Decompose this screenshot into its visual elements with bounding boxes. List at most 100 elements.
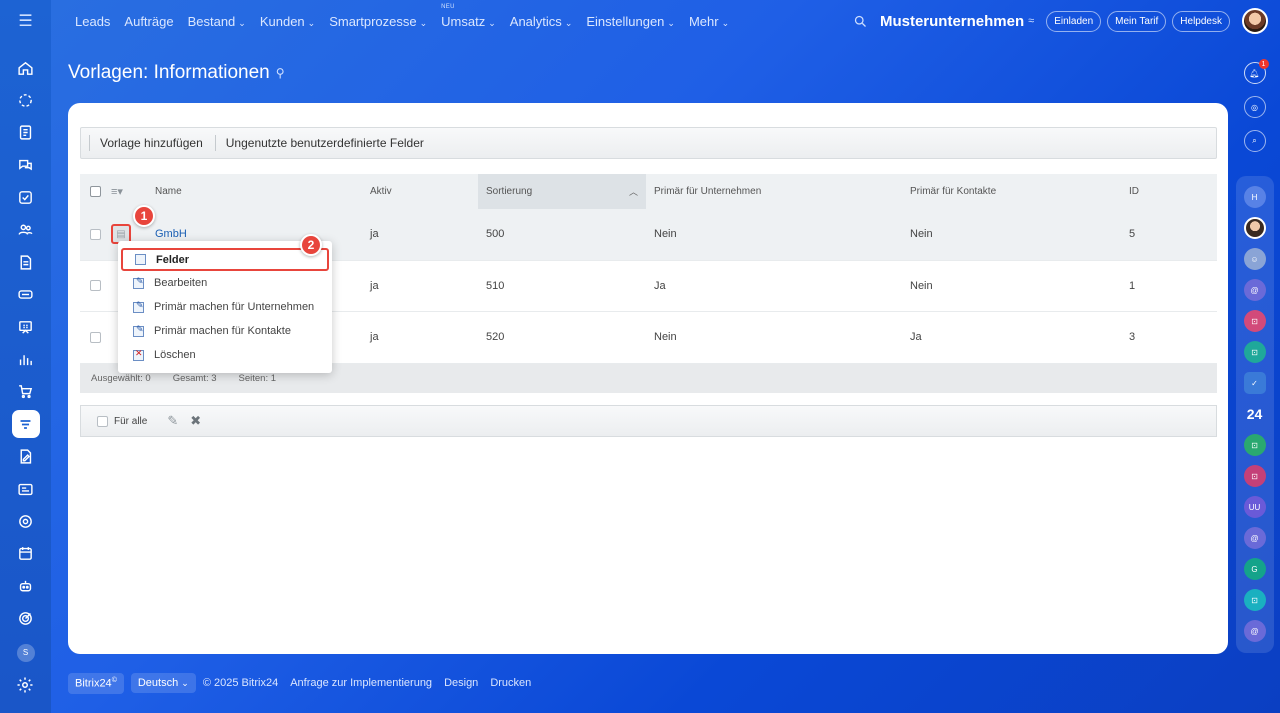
lock-icon[interactable]: ⊡ — [1243, 341, 1266, 363]
sheet-icon[interactable] — [12, 248, 40, 276]
chat-avatar-g[interactable]: G — [1243, 558, 1266, 580]
bot-avatar-icon[interactable]: ☺ — [1243, 248, 1266, 270]
menu-item-primary-contact[interactable]: Primär machen für Kontakte — [118, 319, 332, 343]
row-select-cell — [80, 228, 111, 240]
signature-icon[interactable] — [12, 443, 40, 471]
spiral-chat-icon[interactable]: @ — [1243, 620, 1266, 642]
nav-mehr[interactable]: Mehr ⌄ — [689, 14, 729, 29]
copilot-icon[interactable]: ◎ — [1243, 96, 1266, 118]
nav-smartprozesse[interactable]: Smartprozesse ⌄ — [329, 14, 427, 29]
edit-icon — [133, 300, 144, 313]
user-initial-badge[interactable]: S — [16, 643, 35, 662]
brand-mark: © — [111, 677, 117, 684]
cart-icon[interactable] — [12, 378, 40, 406]
lock-icon[interactable]: ⊡ — [1243, 310, 1266, 332]
chat-avatar-person[interactable] — [1243, 217, 1266, 239]
nav-bestand[interactable]: Bestand ⌄ — [188, 14, 246, 29]
spiral-chat-icon[interactable]: @ — [1243, 527, 1266, 549]
chat-avatar-uu[interactable]: UU — [1243, 496, 1266, 518]
row-id: 5 — [1129, 228, 1136, 241]
calendar-icon[interactable] — [12, 540, 40, 568]
tasks-icon[interactable] — [12, 184, 40, 212]
chat-avatar-h[interactable]: H — [1243, 186, 1266, 208]
lock-icon[interactable]: ⊡ — [1243, 434, 1266, 456]
chevron-down-icon: ⌄ — [238, 17, 246, 28]
select-all-checkbox[interactable] — [90, 186, 101, 197]
checklist-icon[interactable]: ✓ — [1243, 372, 1266, 394]
menu-icon[interactable]: ☰ — [0, 0, 51, 42]
drive-icon[interactable] — [12, 281, 40, 309]
board-icon[interactable] — [12, 313, 40, 341]
my-tariff-button[interactable]: Mein Tarif — [1107, 10, 1167, 32]
contacts-icon[interactable] — [12, 216, 40, 244]
pin-icon[interactable]: ⚲ — [276, 66, 285, 80]
nav-kunden[interactable]: Kunden ⌄ — [260, 14, 315, 29]
delete-icon[interactable]: ✖ — [190, 413, 201, 429]
feed-icon[interactable] — [12, 86, 40, 114]
search-icon[interactable] — [853, 14, 868, 29]
design-link[interactable]: Design — [444, 677, 478, 689]
group-action-bar: Für alle ✎ ✖ — [80, 405, 1217, 437]
invite-button[interactable]: Einladen — [1046, 10, 1102, 32]
robot-icon[interactable] — [12, 572, 40, 600]
row-checkbox[interactable] — [90, 228, 101, 240]
search-chat-icon[interactable]: ⌕ — [1243, 130, 1266, 152]
settings-gear-icon[interactable] — [16, 676, 34, 699]
row-aktiv: ja — [370, 331, 379, 344]
row-sort: 510 — [486, 279, 505, 292]
row-checkbox[interactable] — [90, 331, 101, 343]
nav-umsatz[interactable]: NEU Umsatz ⌄ — [441, 4, 496, 29]
for-all-checkbox[interactable] — [97, 415, 108, 427]
template-name-link[interactable]: GmbH — [155, 228, 187, 240]
implementation-request-link[interactable]: Anfrage zur Implementierung — [290, 677, 432, 689]
row-select-cell — [80, 280, 111, 292]
documents-icon[interactable] — [12, 119, 40, 147]
bitrix24-brand[interactable]: Bitrix24© — [68, 673, 124, 694]
print-link[interactable]: Drucken — [490, 677, 531, 689]
right-sidebar: 🔔︎ 1 ◎ ⌕ H ☺ @ ⊡ ⊡ ✓ 24 ⊡ ⊡ UU @ G ⊡ @ — [1229, 42, 1280, 713]
column-settings-icon[interactable]: ≡▾ — [111, 185, 155, 198]
column-aktiv[interactable]: Aktiv — [370, 186, 478, 197]
chat-icon[interactable] — [12, 151, 40, 179]
chevron-down-icon: ⌄ — [419, 17, 428, 28]
selected-count: Ausgewählt: 0 — [91, 372, 151, 384]
menu-item-primary-company[interactable]: Primär machen für Unternehmen — [118, 295, 332, 319]
column-primary-company[interactable]: Primär für Unternehmen — [646, 186, 910, 197]
row-primary-company: Ja — [654, 279, 666, 292]
row-checkbox[interactable] — [90, 280, 101, 292]
pages-count: Seiten: 1 — [238, 372, 277, 384]
chevron-down-icon: ⌄ — [721, 17, 730, 28]
switch-icon[interactable]: ≈ — [1028, 15, 1034, 27]
nav-einstellungen[interactable]: Einstellungen ⌄ — [586, 14, 675, 29]
support-icon[interactable] — [12, 507, 40, 535]
edit-icon — [133, 276, 144, 289]
lock-icon[interactable]: ⊡ — [1243, 589, 1266, 611]
home-icon[interactable] — [12, 54, 40, 82]
language-selector[interactable]: Deutsch ⌄ — [130, 673, 196, 694]
analytics-icon[interactable] — [12, 346, 40, 374]
spiral-chat-icon[interactable]: @ — [1243, 279, 1266, 301]
nav-analytics[interactable]: Analytics ⌄ — [510, 14, 573, 29]
add-template-button[interactable]: Vorlage hinzufügen — [100, 136, 203, 150]
goals-icon[interactable] — [12, 605, 40, 633]
column-name[interactable]: Name — [155, 186, 370, 197]
helpdesk-button[interactable]: Helpdesk — [1172, 10, 1230, 32]
lock-icon[interactable]: ⊡ — [1243, 465, 1266, 487]
company-name[interactable]: Musterunternehmen — [880, 13, 1024, 30]
menu-item-bearbeiten[interactable]: Bearbeiten — [118, 271, 332, 295]
column-sort[interactable]: Sortierung ︿ — [478, 174, 646, 209]
unused-fields-button[interactable]: Ungenutzte benutzerdefinierte Felder — [226, 136, 424, 150]
menu-item-loeschen[interactable]: Löschen — [118, 343, 332, 367]
contact-card-icon[interactable] — [12, 475, 40, 503]
bell-icon[interactable]: 🔔︎ 1 — [1243, 59, 1269, 84]
bitrix24-icon[interactable]: 24 — [1244, 403, 1266, 425]
user-avatar[interactable] — [1242, 8, 1268, 34]
row-select-cell — [80, 331, 111, 343]
crm-filter-icon[interactable] — [11, 410, 40, 439]
column-id[interactable]: ID — [1129, 186, 1209, 197]
column-primary-contact[interactable]: Primär für Kontakte — [910, 186, 1129, 197]
pencil-icon[interactable]: ✎ — [167, 413, 178, 429]
nav-auftraege[interactable]: Aufträge — [124, 14, 173, 29]
menu-item-felder[interactable]: Felder — [121, 248, 329, 271]
nav-leads[interactable]: Leads — [75, 14, 110, 29]
